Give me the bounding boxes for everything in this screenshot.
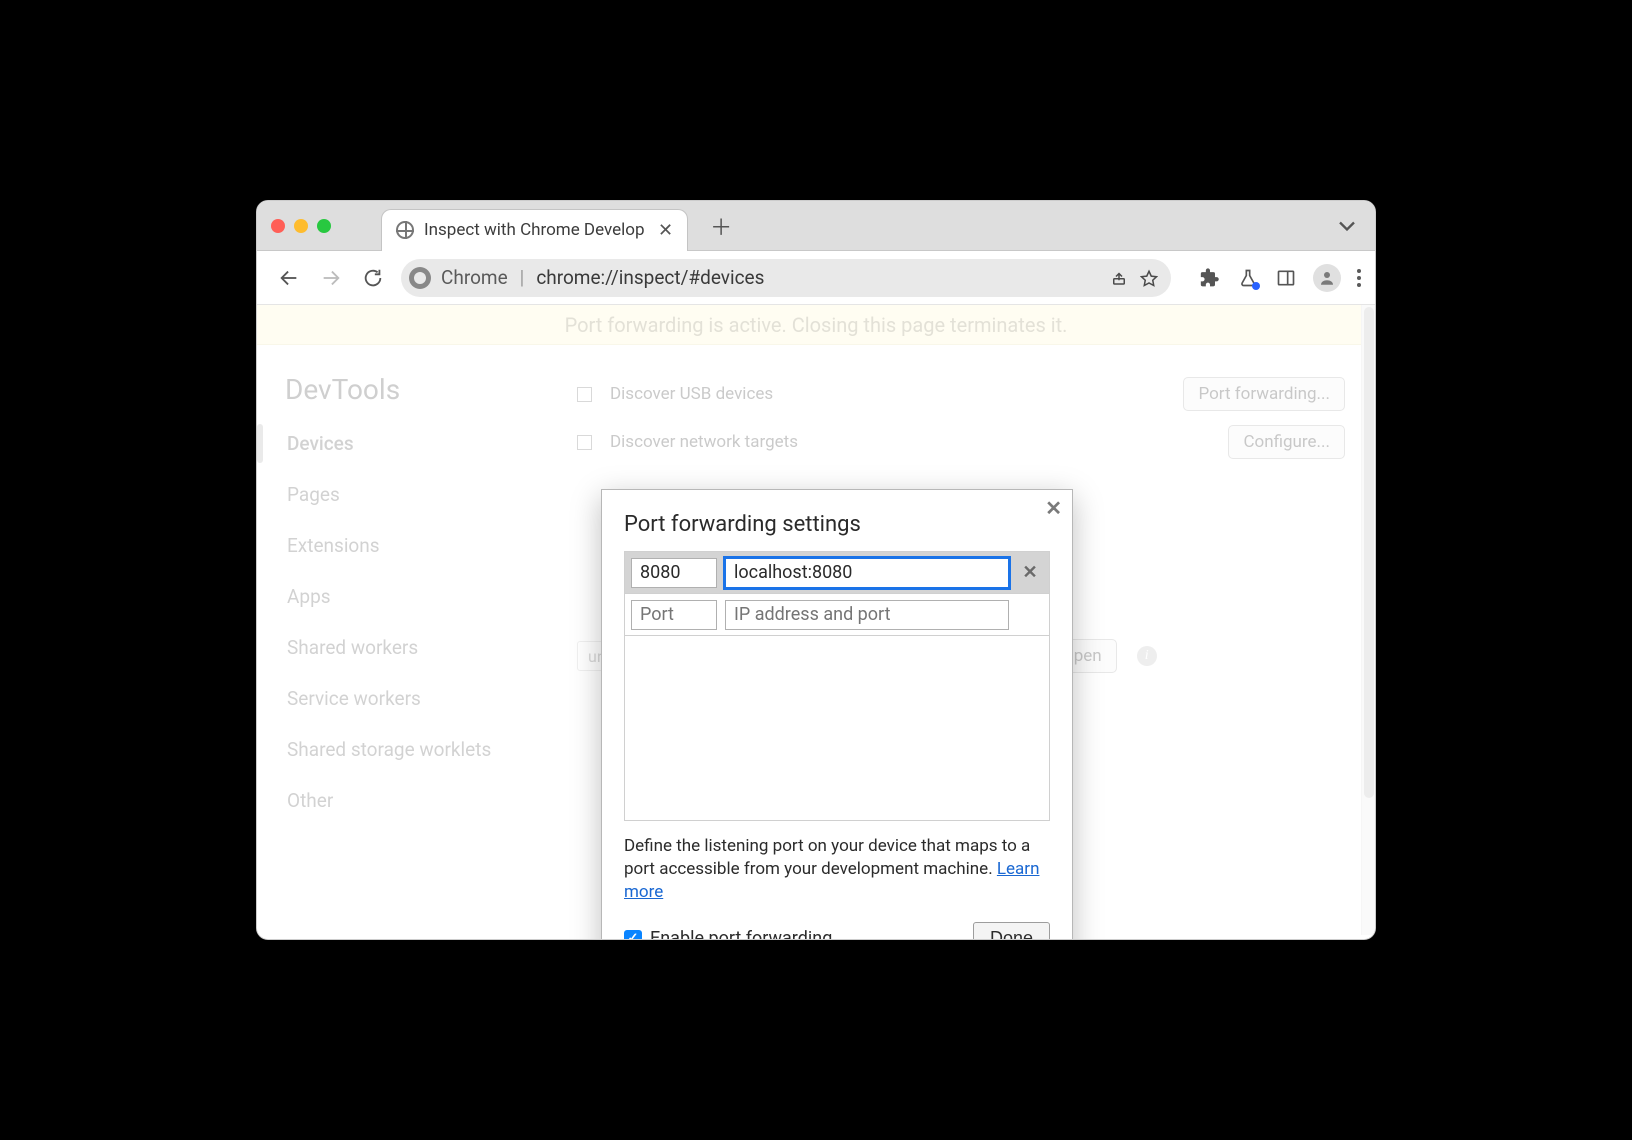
extensions-icon[interactable] [1199,267,1221,289]
new-tab-button[interactable]: ＋ [710,210,732,242]
scrollbar-thumb[interactable] [1364,307,1374,798]
port-forwarding-dialog: ✕ Port forwarding settings ✕ ✕ De [601,489,1073,940]
browser-toolbar: Chrome | chrome://inspect/#devices [257,251,1375,305]
discover-network-checkbox[interactable] [577,435,592,450]
minimize-window-button[interactable] [294,219,308,233]
tabs-menu-button[interactable] [1333,212,1361,240]
address-input[interactable] [725,558,1009,588]
window-controls [271,219,331,233]
discover-network-label: Discover network targets [610,432,798,452]
toolbar-actions [1199,264,1361,292]
port-rule-placeholder-row: ✕ [625,594,1049,636]
port-rules-list: ✕ ✕ [624,551,1050,821]
address-placeholder-input[interactable] [725,600,1009,630]
vertical-scrollbar[interactable] [1361,305,1375,935]
content-area: Port forwarding is active. Closing this … [257,305,1375,939]
port-placeholder-input[interactable] [631,600,717,630]
omnibox-path: chrome://inspect/#devices [536,266,764,289]
maximize-window-button[interactable] [317,219,331,233]
back-button[interactable] [275,264,303,292]
sidebar-item-devices[interactable]: Devices [285,428,567,459]
browser-tab[interactable]: Inspect with Chrome Develope ✕ [381,209,688,251]
sidebar-item-other[interactable]: Other [285,785,567,816]
forward-button[interactable] [317,264,345,292]
chrome-icon [409,267,431,289]
sidebar-item-shared-storage-worklets[interactable]: Shared storage worklets [285,734,567,765]
sidebar-title: DevTools [285,373,567,406]
omnibox-separator: | [520,266,525,289]
share-icon[interactable] [1109,268,1129,288]
sidebar-item-extensions[interactable]: Extensions [285,530,567,561]
sidebar-item-service-workers[interactable]: Service workers [285,683,567,714]
dialog-description: Define the listening port on your device… [624,835,1050,904]
bookmark-star-icon[interactable] [1139,268,1159,288]
address-bar[interactable]: Chrome | chrome://inspect/#devices [401,259,1171,297]
dialog-title: Port forwarding settings [624,512,1050,537]
globe-icon [396,221,414,239]
port-rule-row: ✕ [625,552,1049,594]
sidebar-item-shared-workers[interactable]: Shared workers [285,632,567,663]
reload-button[interactable] [359,264,387,292]
close-tab-button[interactable]: ✕ [658,220,673,241]
port-forwarding-banner: Port forwarding is active. Closing this … [257,305,1375,345]
port-forwarding-button[interactable]: Port forwarding... [1183,377,1345,411]
checkbox-checked-icon: ✓ [624,930,642,940]
devtools-sidebar: DevTools Devices Pages Extensions Apps S… [257,345,567,939]
omnibox-origin: Chrome [441,266,508,289]
enable-port-forwarding-label: Enable port forwarding [650,928,832,940]
enable-port-forwarding-toggle[interactable]: ✓ Enable port forwarding [624,928,832,940]
info-icon[interactable]: i [1137,646,1157,666]
dialog-close-button[interactable]: ✕ [1045,496,1062,520]
tab-title: Inspect with Chrome Develope [424,220,644,240]
browser-menu-button[interactable] [1357,269,1361,287]
experiments-flask-icon[interactable] [1237,267,1259,289]
sidebar-item-apps[interactable]: Apps [285,581,567,612]
side-panel-icon[interactable] [1275,267,1297,289]
close-window-button[interactable] [271,219,285,233]
notification-dot [1252,282,1260,290]
configure-button[interactable]: Configure... [1228,425,1345,459]
port-input[interactable] [631,558,717,588]
done-button[interactable]: Done [973,922,1050,940]
banner-text: Port forwarding is active. Closing this … [565,313,1068,337]
sidebar-item-pages[interactable]: Pages [285,479,567,510]
titlebar: Inspect with Chrome Develope ✕ ＋ [257,201,1375,251]
discover-usb-checkbox[interactable] [577,387,592,402]
browser-window: Inspect with Chrome Develope ✕ ＋ Chrome [256,200,1376,940]
profile-avatar[interactable] [1313,264,1341,292]
discover-usb-label: Discover USB devices [610,384,773,404]
sidebar-items: Devices Pages Extensions Apps Shared wor… [285,428,567,816]
delete-rule-button[interactable]: ✕ [1017,562,1043,583]
